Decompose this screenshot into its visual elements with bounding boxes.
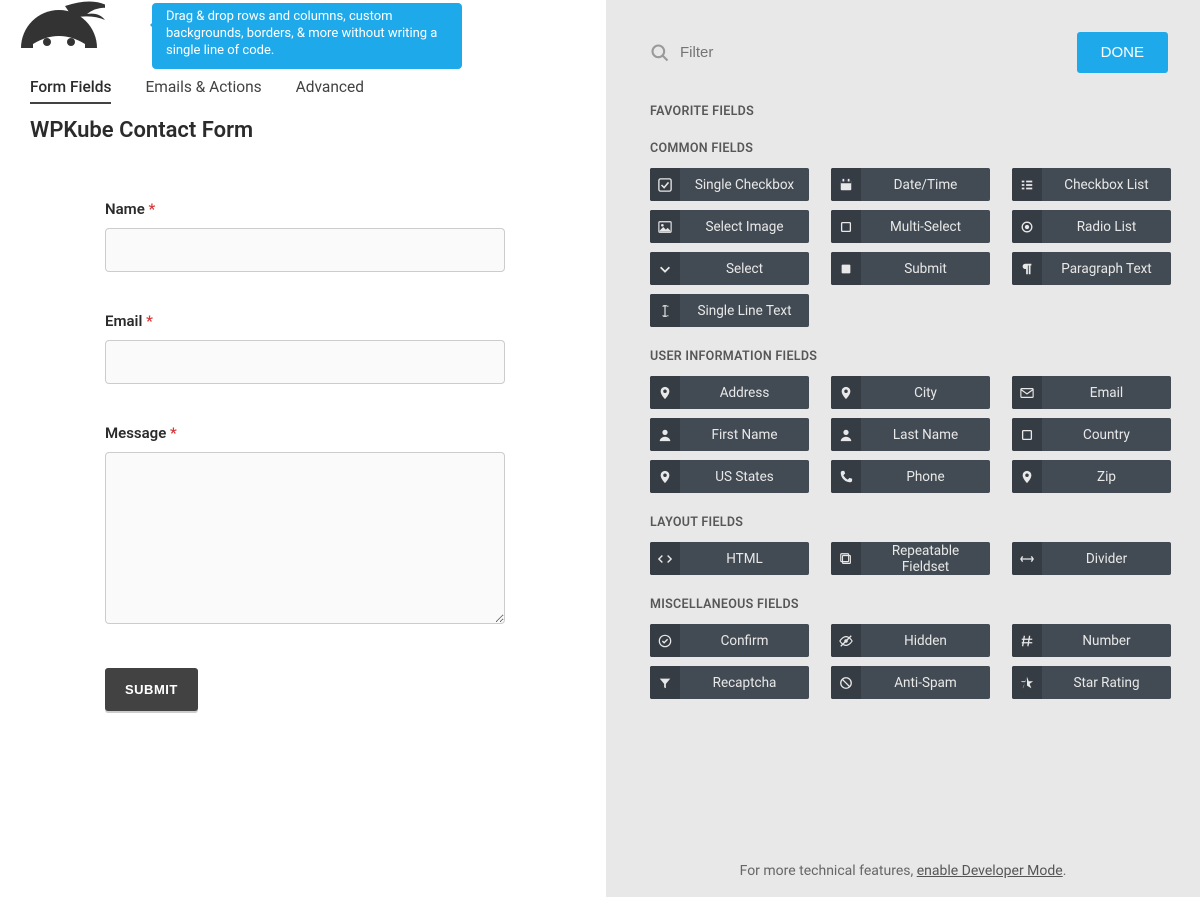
- paragraph-icon: [1012, 252, 1042, 285]
- tab-form-fields[interactable]: Form Fields: [30, 78, 111, 104]
- copy-icon: [831, 542, 861, 575]
- section-common: COMMON FIELDS: [650, 141, 1170, 156]
- tile-email[interactable]: Email: [1012, 376, 1171, 409]
- layout-tip-bubble: Drag & drop rows and columns, custom bac…: [152, 3, 462, 69]
- email-input[interactable]: [105, 340, 505, 384]
- map-marker-icon: [1012, 460, 1042, 493]
- field-email[interactable]: Email *: [105, 312, 505, 384]
- name-label: Name *: [105, 200, 505, 218]
- ban-icon: [831, 666, 861, 699]
- tile-repeatable-fieldset[interactable]: Repeatable Fieldset: [831, 542, 990, 575]
- tile-anti-spam[interactable]: Anti-Spam: [831, 666, 990, 699]
- drawer-header: DONE: [650, 32, 1168, 73]
- check-circle-icon: [650, 624, 680, 657]
- map-marker-icon: [831, 376, 861, 409]
- tile-radio-list[interactable]: Radio List: [1012, 210, 1171, 243]
- user-icon: [831, 418, 861, 451]
- envelope-icon: [1012, 376, 1042, 409]
- tab-emails-actions[interactable]: Emails & Actions: [145, 78, 261, 104]
- code-icon: [650, 542, 680, 575]
- image-icon: [650, 210, 680, 243]
- square-icon: [1012, 418, 1042, 451]
- tile-paragraph-text[interactable]: Paragraph Text: [1012, 252, 1171, 285]
- tile-confirm[interactable]: Confirm: [650, 624, 809, 657]
- text-cursor-icon: [650, 294, 680, 327]
- tile-number[interactable]: Number: [1012, 624, 1171, 657]
- tile-divider[interactable]: Divider: [1012, 542, 1171, 575]
- tile-single-checkbox[interactable]: Single Checkbox: [650, 168, 809, 201]
- done-button[interactable]: DONE: [1077, 32, 1168, 73]
- chevron-down-icon: [650, 252, 680, 285]
- tile-select-image[interactable]: Select Image: [650, 210, 809, 243]
- tile-multi-select[interactable]: Multi-Select: [831, 210, 990, 243]
- radio-icon: [1012, 210, 1042, 243]
- submit-button[interactable]: SUBMIT: [105, 668, 198, 711]
- map-marker-icon: [650, 460, 680, 493]
- tile-checkbox-list[interactable]: Checkbox List: [1012, 168, 1171, 201]
- square-solid-icon: [831, 252, 861, 285]
- section-layout: LAYOUT FIELDS: [650, 515, 1170, 530]
- email-label: Email *: [105, 312, 505, 330]
- search-icon: [650, 43, 670, 63]
- tile-single-line-text[interactable]: Single Line Text: [650, 294, 809, 327]
- star-half-icon: [1012, 666, 1042, 699]
- map-marker-icon: [650, 376, 680, 409]
- tile-city[interactable]: City: [831, 376, 990, 409]
- tab-advanced[interactable]: Advanced: [296, 78, 364, 104]
- message-textarea[interactable]: [105, 452, 505, 624]
- phone-icon: [831, 460, 861, 493]
- developer-mode-link[interactable]: enable Developer Mode: [917, 863, 1063, 879]
- field-sections: FAVORITE FIELDS COMMON FIELDS Single Che…: [650, 104, 1170, 699]
- tile-first-name[interactable]: First Name: [650, 418, 809, 451]
- tile-country[interactable]: Country: [1012, 418, 1171, 451]
- section-favorite: FAVORITE FIELDS: [650, 104, 1170, 119]
- tile-html[interactable]: HTML: [650, 542, 809, 575]
- footer-note: For more technical features, enable Deve…: [606, 863, 1200, 879]
- user-icon: [650, 418, 680, 451]
- message-label: Message *: [105, 424, 505, 442]
- section-misc: MISCELLANEOUS FIELDS: [650, 597, 1170, 612]
- ninja-logo: [15, 0, 105, 48]
- field-name[interactable]: Name *: [105, 200, 505, 272]
- tip-text: Drag & drop rows and columns, custom bac…: [166, 9, 437, 58]
- filter-input[interactable]: [680, 44, 1077, 61]
- field-message[interactable]: Message *: [105, 424, 505, 628]
- tile-recaptcha[interactable]: Recaptcha: [650, 666, 809, 699]
- list-icon: [1012, 168, 1042, 201]
- tile-zip[interactable]: Zip: [1012, 460, 1171, 493]
- arrows-h-icon: [1012, 542, 1042, 575]
- tile-phone[interactable]: Phone: [831, 460, 990, 493]
- check-square-icon: [650, 168, 680, 201]
- hashtag-icon: [1012, 624, 1042, 657]
- tile-select[interactable]: Select: [650, 252, 809, 285]
- name-input[interactable]: [105, 228, 505, 272]
- calendar-icon: [831, 168, 861, 201]
- field-drawer: DONE FAVORITE FIELDS COMMON FIELDS Singl…: [606, 0, 1200, 897]
- tile-submit[interactable]: Submit: [831, 252, 990, 285]
- tile-last-name[interactable]: Last Name: [831, 418, 990, 451]
- tile-hidden[interactable]: Hidden: [831, 624, 990, 657]
- tile-star-rating[interactable]: Star Rating: [1012, 666, 1171, 699]
- form-title: WPKube Contact Form: [30, 118, 253, 143]
- filter-icon: [650, 666, 680, 699]
- tile-us-states[interactable]: US States: [650, 460, 809, 493]
- square-icon: [831, 210, 861, 243]
- tile-address[interactable]: Address: [650, 376, 809, 409]
- section-user-info: USER INFORMATION FIELDS: [650, 349, 1170, 364]
- tile-date-time[interactable]: Date/Time: [831, 168, 990, 201]
- eye-slash-icon: [831, 624, 861, 657]
- form-preview-pane: Drag & drop rows and columns, custom bac…: [0, 0, 606, 897]
- form-body: Name * Email * Message * SUBMIT: [105, 200, 505, 711]
- builder-tabs: Form Fields Emails & Actions Advanced: [30, 78, 364, 104]
